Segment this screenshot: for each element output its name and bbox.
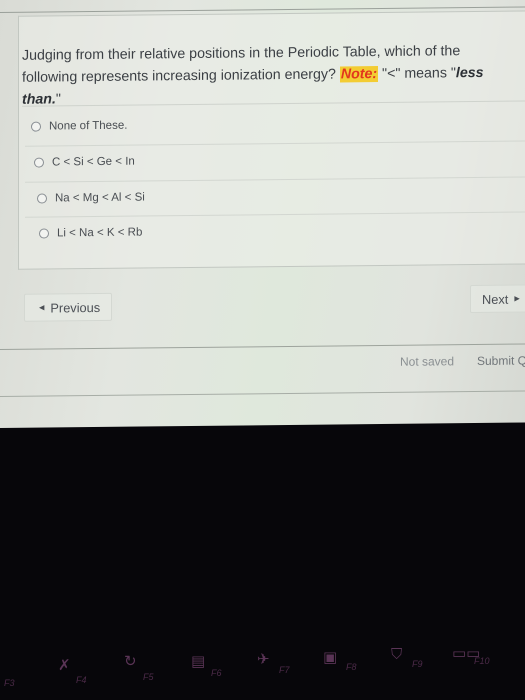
next-label: Next (482, 291, 509, 307)
answer-label: Li < Na < K < Rb (57, 226, 143, 240)
save-status: Not saved (400, 354, 455, 369)
footer-divider (0, 343, 525, 350)
laptop-keyboard: F3 ✗ F4 ↻ F5 ▤ F6 ✈ F7 ▣ F8 ⛉ F9 ▭▭ F10 (0, 430, 525, 700)
fkey-label: F5 (143, 672, 154, 682)
mic-mute-icon: ✗ (58, 657, 71, 674)
refresh-icon: ↻ (124, 653, 137, 670)
answer-option[interactable]: Na < Mg < Al < Si (37, 186, 145, 209)
touchpad-off-icon: ▤ (191, 653, 206, 670)
answer-option[interactable]: None of These. (31, 115, 127, 138)
browser-screen: Judging from their relative positions in… (0, 0, 525, 428)
triangle-left-icon: ◀ (39, 304, 45, 312)
radio-button[interactable] (37, 193, 47, 204)
previous-label: Previous (50, 299, 101, 315)
camera-off-icon: ▣ (323, 649, 338, 666)
radio-button[interactable] (34, 157, 44, 168)
submit-quiz-button[interactable]: Submit Q (477, 353, 525, 368)
answer-option[interactable]: C < Si < Ge < In (34, 151, 135, 174)
fkey-label: F4 (76, 675, 87, 685)
fkey-label: F9 (412, 659, 423, 669)
answer-label: None of These. (49, 119, 128, 133)
radio-button[interactable] (39, 228, 49, 239)
fkey-label: F8 (346, 662, 357, 672)
triangle-right-icon: ▶ (514, 295, 520, 303)
fkey-label: F10 (474, 656, 490, 666)
question-text: Judging from their relative positions in… (22, 40, 517, 111)
answer-label: C < Si < Ge < In (52, 155, 135, 169)
next-button[interactable]: Next ▶ (470, 284, 525, 314)
footer-bottom-divider (0, 390, 525, 397)
note-label: Note: (339, 66, 379, 83)
answer-option[interactable]: Li < Na < K < Rb (39, 222, 142, 245)
fkey-label: F3 (4, 678, 15, 688)
radio-button[interactable] (31, 121, 41, 132)
answer-label: Na < Mg < Al < Si (55, 191, 145, 205)
fkey-label: F7 (279, 665, 290, 675)
note-text: "<" means " (378, 65, 456, 83)
fkey-label: F6 (211, 668, 222, 678)
airplane-mode-icon: ✈ (257, 651, 270, 668)
lock-icon: ⛉ (391, 646, 403, 663)
previous-button[interactable]: ◀ Previous (24, 292, 112, 322)
